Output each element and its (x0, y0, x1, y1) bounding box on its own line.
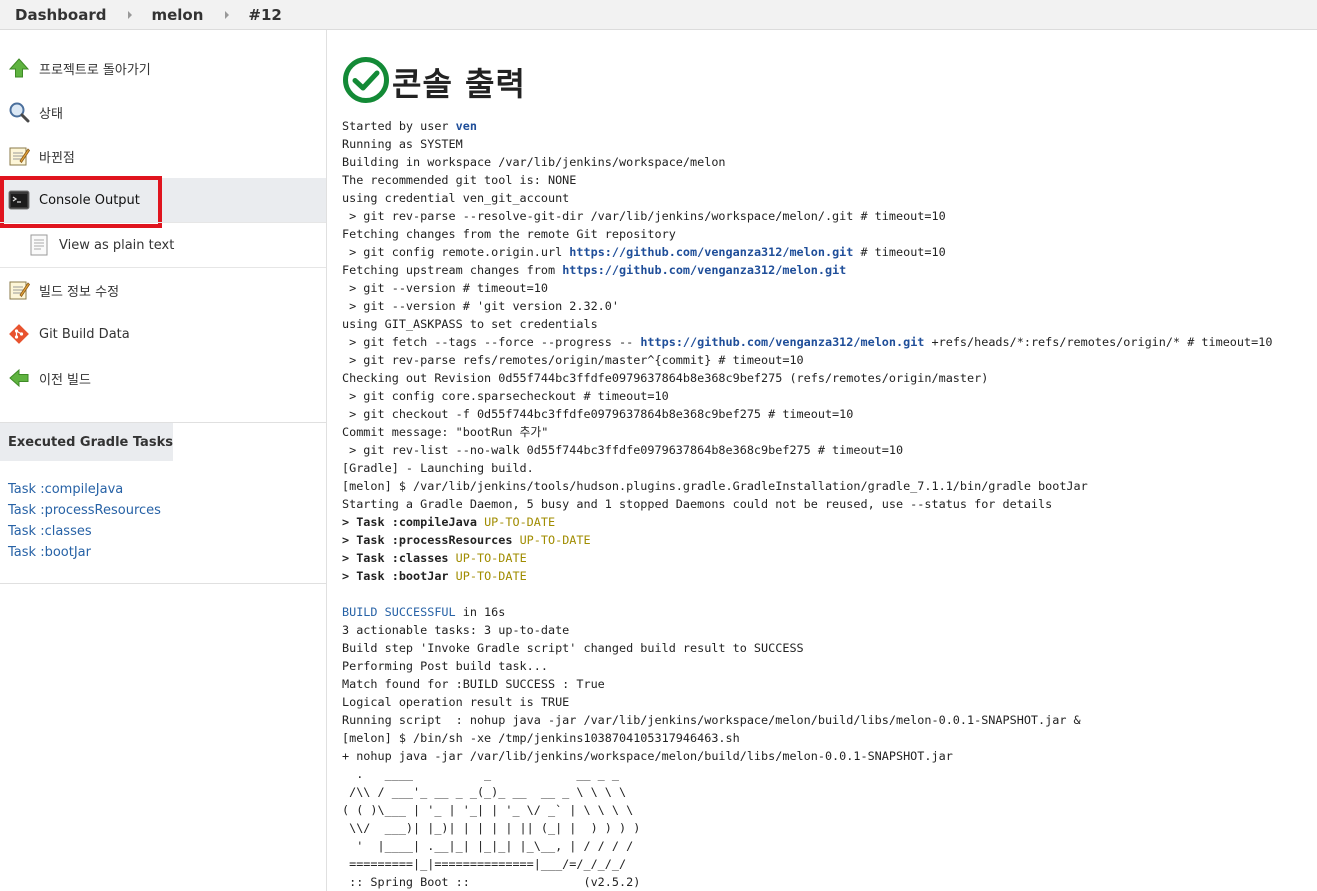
breadcrumb-dashboard[interactable]: Dashboard (15, 6, 106, 24)
gradle-tasks-header: Executed Gradle Tasks (0, 423, 173, 461)
console-line: > git --version # 'git version 2.32.0' (342, 299, 619, 313)
console-line: Build step 'Invoke Gradle script' change… (342, 641, 804, 655)
sidebar-item-back-to-project[interactable]: 프로젝트로 돌아가기 (0, 46, 326, 90)
notepad-icon (8, 145, 30, 167)
console-line: using credential ven_git_account (342, 191, 570, 205)
sidebar-item-view-plain-text[interactable]: View as plain text (0, 222, 326, 268)
sidebar-item-label: Console Output (39, 192, 140, 208)
sidebar-item-label: 프로젝트로 돌아가기 (39, 62, 151, 78)
console-output: Started by user ven Running as SYSTEM Bu… (342, 117, 1317, 891)
console-line: Started by user (342, 119, 456, 133)
console-line: in 16s (455, 605, 506, 619)
console-line: > git rev-parse refs/remotes/origin/mast… (342, 353, 804, 367)
console-line: Fetching upstream changes from (342, 263, 563, 277)
sidebar-item-git-build-data[interactable]: Git Build Data (0, 312, 326, 356)
console-line: Logical operation result is TRUE (342, 695, 570, 709)
breadcrumb: Dashboard melon #12 (0, 0, 1317, 30)
console-line: [melon] $ /var/lib/jenkins/tools/hudson.… (342, 479, 1088, 493)
sidebar-item-label: 상태 (39, 106, 63, 122)
console-line: > git config remote.origin.url (342, 245, 570, 259)
console-line: Checking out Revision 0d55f744bc3ffdfe09… (342, 371, 989, 385)
main-content: 콘솔 출력 Started by user ven Running as SYS… (327, 30, 1317, 891)
sidebar-item-console-output[interactable]: Console Output (0, 176, 326, 228)
console-line: Running as SYSTEM (342, 137, 463, 151)
console-line: The recommended git tool is: NONE (342, 173, 577, 187)
sidebar-item-status[interactable]: 상태 (0, 90, 326, 134)
up-to-date-label: UP-TO-DATE (484, 515, 556, 529)
gradle-task-link[interactable]: Task :classes (8, 521, 326, 542)
task-line: > Task :processResources (342, 533, 513, 547)
gradle-task-link[interactable]: Task :compileJava (8, 479, 326, 500)
success-check-icon (342, 56, 390, 108)
banner-line: :: Spring Boot :: (v2.5.2) (342, 875, 641, 889)
console-line: Building in workspace /var/lib/jenkins/w… (342, 155, 726, 169)
gradle-task-link[interactable]: Task :bootJar (8, 542, 326, 563)
up-to-date-label: UP-TO-DATE (455, 551, 527, 565)
task-line: > Task :bootJar (342, 569, 449, 583)
task-line: > Task :classes (342, 551, 449, 565)
task-line: > Task :compileJava (342, 515, 477, 529)
chevron-right-icon (128, 10, 133, 19)
console-line: > git --version # timeout=10 (342, 281, 548, 295)
console-line: > git config core.sparsecheckout # timeo… (342, 389, 669, 403)
console-line: +refs/heads/*:refs/remotes/origin/* # ti… (924, 335, 1273, 349)
magnifier-icon (8, 101, 30, 123)
user-link[interactable]: ven (456, 119, 477, 133)
terminal-icon (8, 189, 30, 211)
console-line: # timeout=10 (853, 245, 946, 259)
gradle-tasks-panel: Executed Gradle Tasks Task :compileJava … (0, 422, 326, 584)
gradle-task-list: Task :compileJava Task :processResources… (0, 461, 326, 584)
console-line: Starting a Gradle Daemon, 5 busy and 1 s… (342, 497, 1053, 511)
console-line: > git rev-list --no-walk 0d55f744bc3ffdf… (342, 443, 904, 457)
breadcrumb-project[interactable]: melon (151, 6, 203, 24)
console-line: [melon] $ /bin/sh -xe /tmp/jenkins103870… (342, 731, 740, 745)
gradle-task-link[interactable]: Task :processResources (8, 500, 326, 521)
banner-line: \\/ ___)| |_)| | | | | || (_| | ) ) ) ) (342, 821, 641, 835)
notepad-icon (8, 279, 30, 301)
banner-line: /\\ / ___'_ __ _ _(_)_ __ __ _ \ \ \ \ (342, 785, 627, 799)
console-line: Performing Post build task... (342, 659, 548, 673)
up-to-date-label: UP-TO-DATE (519, 533, 591, 547)
console-line: using GIT_ASKPASS to set credentials (342, 317, 598, 331)
sidebar-item-label: 이전 빌드 (39, 372, 91, 388)
sidebar-item-changes[interactable]: 바뀐점 (0, 134, 326, 178)
page-header: 콘솔 출력 (342, 52, 1317, 112)
repo-url-link[interactable]: https://github.com/venganza312/melon.git (562, 263, 846, 277)
sidebar-item-label: Git Build Data (39, 326, 130, 342)
repo-url-link[interactable]: https://github.com/venganza312/melon.git (640, 335, 924, 349)
page-title: 콘솔 출력 (392, 65, 526, 103)
chevron-right-icon (225, 10, 230, 19)
build-successful-label: BUILD SUCCESSFUL (342, 605, 456, 619)
up-to-date-label: UP-TO-DATE (455, 569, 527, 583)
banner-line: =========|_|==============|___/=/_/_/_/ (342, 857, 627, 871)
git-icon (8, 323, 30, 345)
sidebar-item-label: 빌드 정보 수정 (39, 284, 120, 300)
sidebar-item-label: View as plain text (59, 237, 175, 253)
console-line: > git checkout -f 0d55f744bc3ffdfe097963… (342, 407, 854, 421)
banner-line: . ____ _ __ _ _ (342, 767, 619, 781)
console-line: + nohup java -jar /var/lib/jenkins/works… (342, 749, 953, 763)
console-line: 3 actionable tasks: 3 up-to-date (342, 623, 570, 637)
sidebar-item-edit-build-info[interactable]: 빌드 정보 수정 (0, 268, 326, 312)
console-line: Fetching changes from the remote Git rep… (342, 227, 676, 241)
sidebar-item-previous-build[interactable]: 이전 빌드 (0, 356, 326, 400)
sidebar-item-label: 바뀐점 (39, 150, 75, 166)
console-line: Match found for :BUILD SUCCESS : True (342, 677, 605, 691)
console-line: Running script : nohup java -jar /var/li… (342, 713, 1081, 727)
banner-line: ' |____| .__|_| |_|_| |_\__, | / / / / (342, 839, 634, 853)
left-arrow-icon (8, 367, 30, 389)
console-line: Commit message: "bootRun 추가" (342, 425, 549, 439)
banner-line: ( ( )\___ | '_ | '_| | '_ \/ _` | \ \ \ … (342, 803, 634, 817)
up-arrow-icon (8, 57, 30, 79)
document-icon (30, 234, 48, 256)
breadcrumb-build[interactable]: #12 (248, 6, 281, 24)
console-line: > git rev-parse --resolve-git-dir /var/l… (342, 209, 946, 223)
repo-url-link[interactable]: https://github.com/venganza312/melon.git (569, 245, 853, 259)
console-line: > git fetch --tags --force --progress -- (342, 335, 641, 349)
sidebar: 프로젝트로 돌아가기 상태 바뀐점 Console Output View as (0, 30, 327, 891)
console-line: [Gradle] - Launching build. (342, 461, 534, 475)
